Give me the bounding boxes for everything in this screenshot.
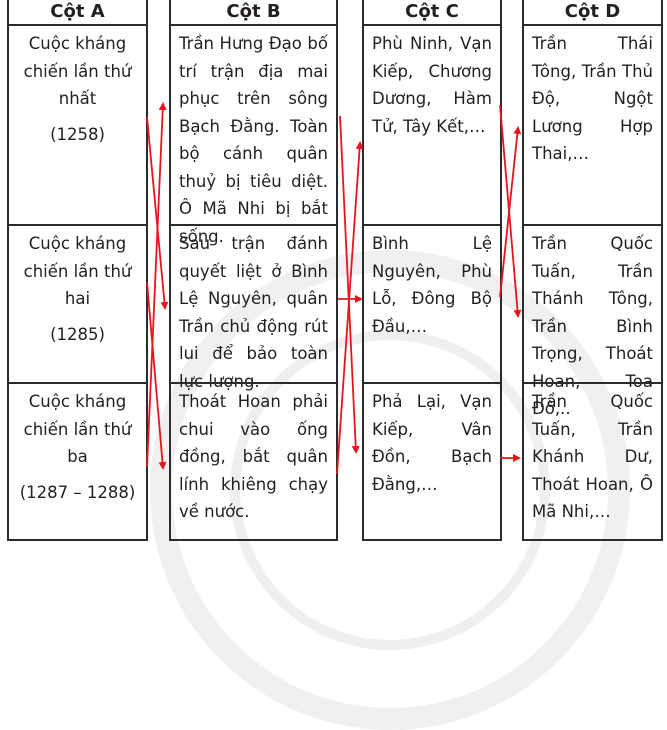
column-a: Cột A Cuộc kháng chiến lần thứ nhất (125… bbox=[7, 0, 148, 541]
arrow-a1-b2 bbox=[146, 116, 169, 310]
war-year: (1285) bbox=[50, 324, 105, 344]
war-label: Cuộc kháng chiến lần thứ hai bbox=[23, 234, 132, 308]
war-year: (1258) bbox=[50, 124, 105, 144]
column-c: Cột C Phù Ninh, Vạn Kiếp, Chương Dương, … bbox=[362, 0, 502, 541]
arrow-c2-d1 bbox=[499, 126, 522, 298]
column-b-header: Cột B bbox=[171, 0, 336, 26]
column-d-row-1: Trần Thái Tông, Trần Thủ Độ, Ngột Lương … bbox=[532, 34, 653, 163]
column-c-row-3: Phả Lại, Vạn Kiếp, Vân Đồn, Bạch Đằng,… bbox=[364, 382, 500, 541]
column-d-row-2: Trần Quốc Tuấn, Trần Thánh Tông, Trần Bì… bbox=[524, 224, 661, 418]
war-label: Cuộc kháng chiến lần thứ nhất bbox=[23, 34, 132, 108]
arrow-a3-b1 bbox=[146, 102, 167, 468]
war-year: (1287 – 1288) bbox=[19, 482, 136, 502]
column-d-header: Cột D bbox=[524, 0, 661, 26]
column-c-row-2: Bình Lệ Nguyên, Phù Lỗ, Đông Bộ Đầu,… bbox=[364, 224, 500, 382]
column-b: Cột B Trần Hưng Đạo bố trí trận địa mai … bbox=[169, 0, 338, 541]
column-d-row-3: Trần Quốc Tuấn, Trần Khánh Dư, Thoát Hoa… bbox=[524, 382, 661, 541]
column-b-row-1: Trần Hưng Đạo bố trí trận địa mai phục t… bbox=[179, 34, 328, 246]
column-c-row-1: Phù Ninh, Vạn Kiếp, Chương Dương, Hàm Tử… bbox=[372, 34, 492, 136]
column-a-header: Cột A bbox=[9, 0, 146, 26]
column-b-row-3: Thoát Hoan phải chui vào ống đồng, bắt q… bbox=[171, 382, 336, 541]
war-label: Cuộc kháng chiến lần thứ ba bbox=[23, 392, 132, 466]
column-d: Cột D Trần Thái Tông, Trần Thủ Độ, Ngột … bbox=[522, 0, 663, 541]
column-b-row-2: Sau trận đánh quyết liệt ở Bình Lệ Nguyê… bbox=[171, 224, 336, 391]
column-a-row-3: Cuộc kháng chiến lần thứ ba (1287 – 1288… bbox=[9, 382, 146, 541]
column-c-header: Cột C bbox=[364, 0, 500, 26]
column-a-row-2: Cuộc kháng chiến lần thứ hai (1285) bbox=[9, 224, 146, 382]
column-a-row-1: Cuộc kháng chiến lần thứ nhất (1258) bbox=[9, 26, 146, 224]
